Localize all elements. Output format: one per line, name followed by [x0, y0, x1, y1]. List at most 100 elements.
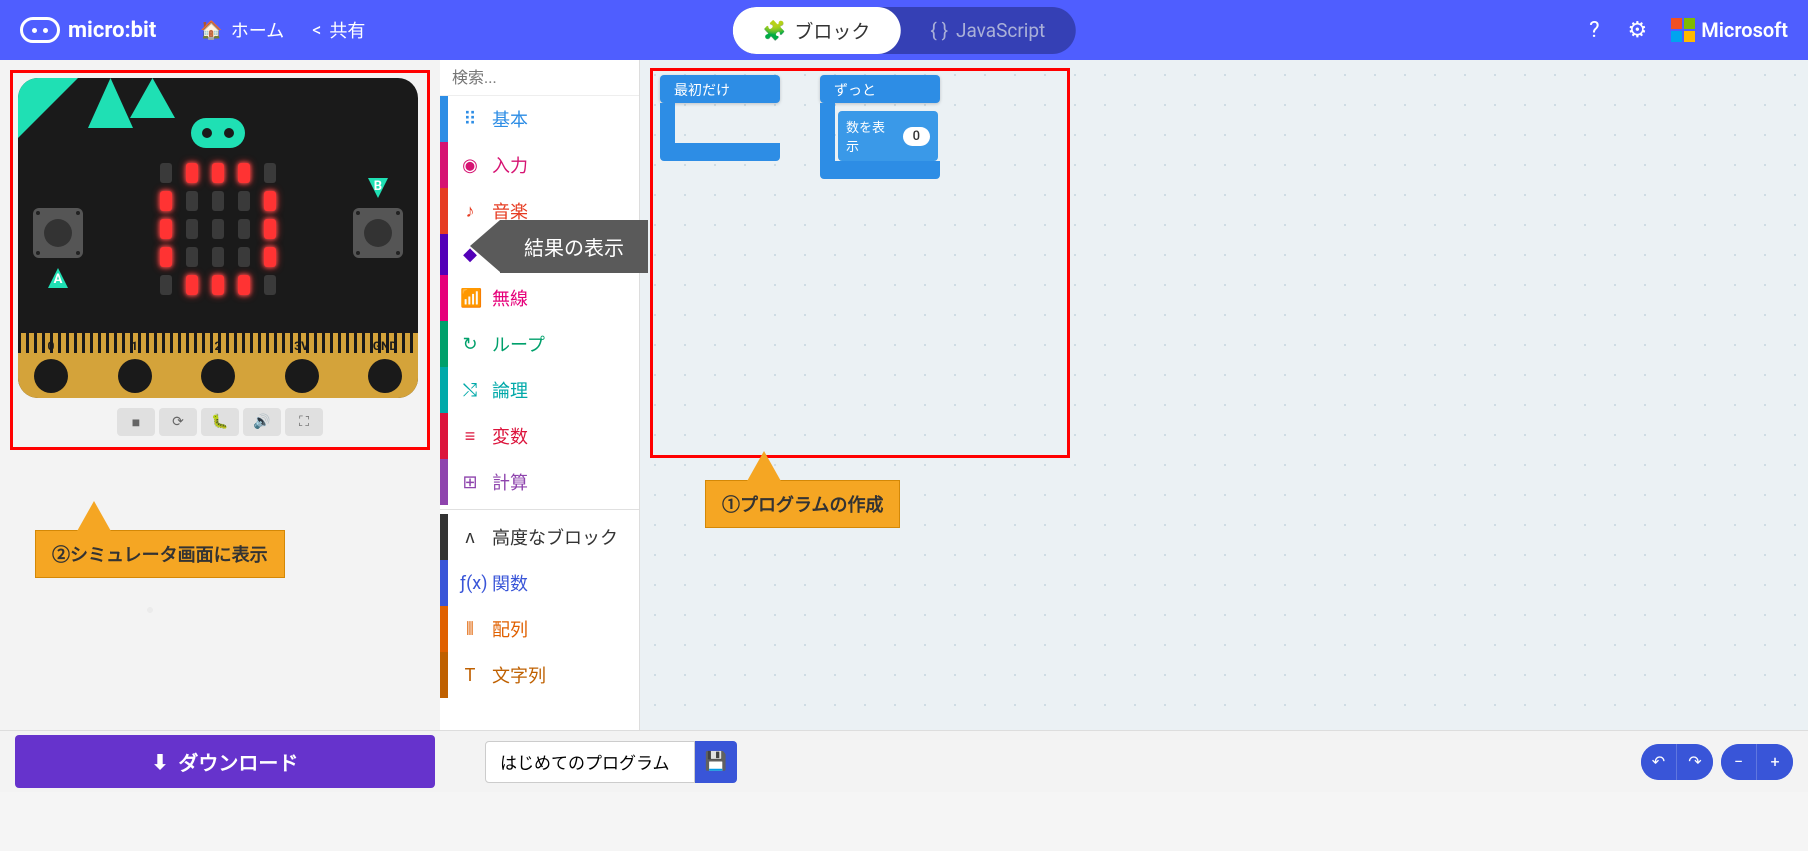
category-label: 高度なブロック	[492, 524, 618, 550]
puzzle-icon: 🧩	[763, 19, 787, 42]
save-icon: 💾	[705, 751, 727, 772]
search-box: 🔍	[440, 60, 639, 96]
save-button[interactable]: 💾	[695, 741, 737, 783]
category-1[interactable]: ◉ 入力	[440, 142, 639, 188]
category-6[interactable]: ⤭論理	[440, 367, 639, 413]
footer-right: ↶ ↷ − +	[1641, 744, 1793, 780]
category-icon: ʌ	[460, 527, 480, 548]
button-b-label: B	[368, 178, 388, 198]
undo-button[interactable]: ↶	[1641, 744, 1677, 780]
simulator-controls: ■ ⟳ 🐛 🔊 ⛶	[18, 408, 422, 436]
category-0[interactable]: ⠿基本	[440, 96, 639, 142]
category-label: 文字列	[492, 662, 546, 688]
category-5[interactable]: ↻ループ	[440, 321, 639, 367]
led	[238, 247, 250, 267]
led-matrix	[160, 163, 276, 295]
button-b[interactable]	[353, 208, 403, 258]
mute-button[interactable]: 🔊	[243, 408, 281, 436]
category-7[interactable]: ≡ 変数	[440, 413, 639, 459]
category-label: 基本	[492, 106, 528, 132]
pin-GND[interactable]	[368, 359, 402, 393]
led	[264, 219, 276, 239]
microsoft-icon	[1671, 18, 1695, 42]
tab-blocks-label: ブロック	[794, 17, 870, 44]
led	[212, 247, 224, 267]
category-icon: ♪	[460, 201, 480, 222]
category-divider	[440, 509, 639, 510]
annotation-simulator: ②シミュレータ画面に表示	[35, 530, 285, 578]
home-button[interactable]: 🏠 ホーム	[186, 9, 298, 51]
zoom-in-button[interactable]: +	[1757, 744, 1793, 780]
block-forever[interactable]: ずっと 数を表示 0	[820, 75, 940, 103]
zoom-group: − +	[1721, 744, 1793, 780]
block-show-number-value[interactable]: 0	[903, 127, 930, 146]
share-button[interactable]: < 共有	[298, 9, 379, 51]
category-icon: ↻	[460, 334, 480, 355]
search-input[interactable]	[452, 68, 640, 87]
category-icon: ≡	[460, 426, 480, 447]
category-label: 関数	[492, 570, 528, 596]
restart-button[interactable]: ⟳	[159, 408, 197, 436]
adv-category-3[interactable]: T文字列	[440, 652, 639, 698]
tab-javascript[interactable]: { } JavaScript	[900, 7, 1075, 54]
category-icon: ⦀	[460, 619, 480, 640]
workspace[interactable]: 最初だけ ずっと 数を表示 0 ①プログラムの作成	[640, 60, 1808, 730]
home-icon: 🏠	[200, 20, 222, 41]
block-show-number[interactable]: 数を表示 0	[838, 111, 938, 161]
led	[264, 275, 276, 295]
footer: ⬇ ダウンロード 💾 ↶ ↷ − +	[0, 730, 1808, 792]
pin-0[interactable]	[34, 359, 68, 393]
led	[264, 191, 276, 211]
undo-icon: ↶	[1652, 752, 1665, 771]
fullscreen-icon: ⛶	[299, 414, 309, 430]
led	[160, 219, 172, 239]
pin-2[interactable]	[201, 359, 235, 393]
category-label: 変数	[492, 423, 528, 449]
button-a[interactable]	[33, 208, 83, 258]
share-label: 共有	[329, 17, 365, 43]
project-name-input[interactable]	[485, 741, 695, 783]
microsoft-logo[interactable]: Microsoft	[1671, 18, 1788, 42]
home-label: ホーム	[231, 17, 284, 43]
logo[interactable]: micro:bit	[20, 17, 156, 43]
category-icon: ⤭	[460, 380, 480, 401]
led	[212, 219, 224, 239]
category-4[interactable]: 📶無線	[440, 275, 639, 321]
led	[238, 219, 250, 239]
header: micro:bit 🏠 ホーム < 共有 🧩 ブロック { } JavaScri…	[0, 0, 1808, 60]
pin-3V[interactable]	[285, 359, 319, 393]
pin-1[interactable]	[118, 359, 152, 393]
header-right: ? ⚙ Microsoft	[1585, 14, 1788, 47]
tab-blocks[interactable]: 🧩 ブロック	[733, 7, 901, 54]
block-on-start[interactable]: 最初だけ	[660, 75, 780, 103]
category-8[interactable]: ⊞計算	[440, 459, 639, 505]
led	[160, 191, 172, 211]
toolbox: 🔍 ⠿基本◉入力♪音楽◆LED📶無線↻ループ⤭論理≡変数⊞計算 ʌ高度なブロック…	[440, 60, 640, 730]
logo-text: micro:bit	[68, 18, 156, 43]
debug-button[interactable]: 🐛	[201, 408, 239, 436]
simulator-panel: A B ■ ⟳ 🐛 🔊 ⛶ ②シミュレータ画面に表示	[0, 60, 440, 730]
settings-icon[interactable]: ⚙	[1623, 14, 1651, 47]
download-button[interactable]: ⬇ ダウンロード	[15, 735, 435, 788]
edge-connector	[18, 333, 418, 398]
led	[186, 191, 198, 211]
led	[212, 163, 224, 183]
microbit-face-icon	[191, 118, 245, 148]
fullscreen-button[interactable]: ⛶	[285, 408, 323, 436]
led	[238, 163, 250, 183]
microbit-simulator[interactable]: A B	[18, 78, 418, 398]
zoom-out-button[interactable]: −	[1721, 744, 1757, 780]
simulator-highlight-border: A B ■ ⟳ 🐛 🔊 ⛶	[10, 70, 430, 450]
help-icon[interactable]: ?	[1585, 14, 1603, 47]
category-label: 入力	[492, 152, 528, 178]
category-icon: ◉	[460, 155, 480, 176]
microsoft-label: Microsoft	[1701, 18, 1788, 42]
share-icon: <	[312, 20, 321, 41]
stop-button[interactable]: ■	[117, 408, 155, 436]
category-icon: 📶	[460, 288, 480, 309]
led	[238, 191, 250, 211]
adv-category-2[interactable]: ⦀配列	[440, 606, 639, 652]
adv-category-0[interactable]: ʌ 高度なブロック	[440, 514, 639, 560]
redo-button[interactable]: ↷	[1677, 744, 1713, 780]
adv-category-1[interactable]: ƒ(x)関数	[440, 560, 639, 606]
